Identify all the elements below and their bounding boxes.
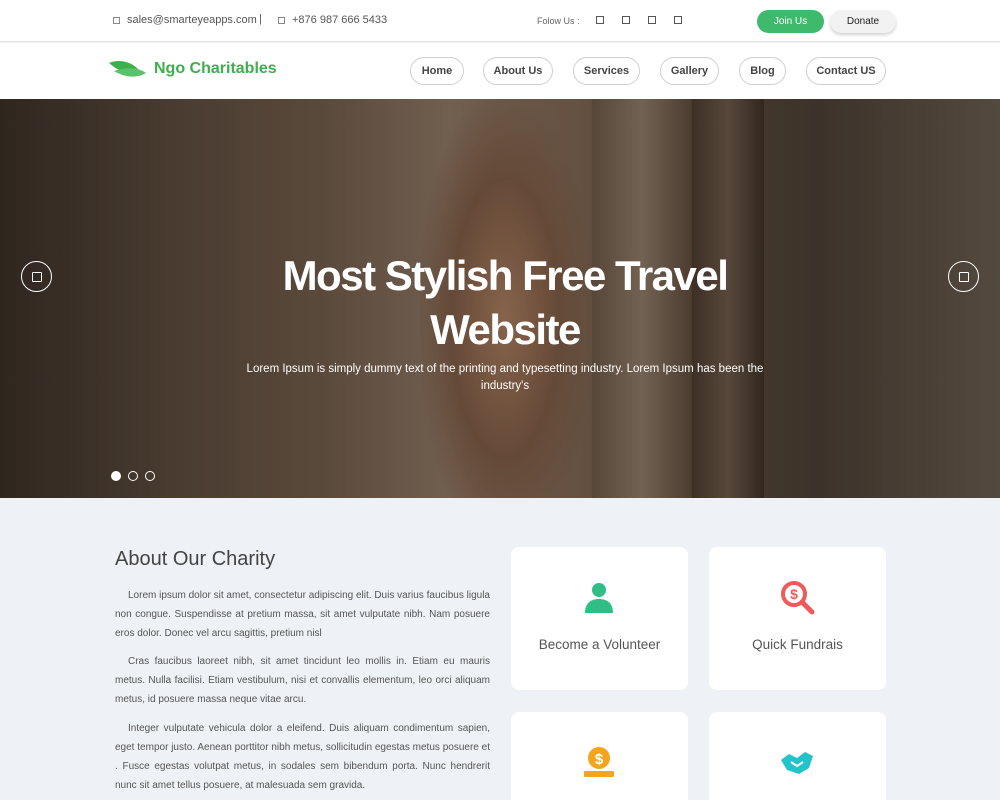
nav-home[interactable]: Home: [410, 57, 464, 85]
top-bar: sales@smarteyeapps.com | +876 987 666 54…: [0, 0, 1000, 42]
card-partnership[interactable]: [709, 712, 886, 800]
join-us-button[interactable]: Join Us: [757, 10, 824, 33]
prev-arrow-icon: [31, 271, 42, 282]
about-paragraph-1: Lorem ipsum dolor sit amet, consectetur …: [115, 590, 490, 639]
donate-button[interactable]: Donate: [830, 10, 896, 33]
next-arrow-icon: [958, 271, 969, 282]
nav-about-us[interactable]: About Us: [483, 57, 553, 85]
card-fundraise[interactable]: $ Quick Fundrais: [709, 547, 886, 690]
nav-services[interactable]: Services: [573, 57, 640, 85]
handshake-icon: [781, 752, 813, 774]
nav-blog[interactable]: Blog: [739, 57, 786, 85]
hero-title-line2: Website: [430, 306, 581, 353]
slide-dot-1[interactable]: [111, 471, 121, 481]
phone-contact[interactable]: +876 987 666 5433: [278, 14, 387, 26]
hero-subtitle: Lorem Ipsum is simply dummy text of the …: [246, 363, 764, 392]
site-logo[interactable]: Ngo Charitables: [108, 57, 277, 81]
email-text[interactable]: sales@smarteyeapps.com: [127, 14, 257, 26]
topbar-separator: |: [259, 13, 262, 25]
slide-dot-3[interactable]: [145, 471, 155, 481]
about-paragraph-2: Cras faucibus laoreet nibh, sit amet tin…: [115, 656, 490, 705]
card-fundraise-label: Quick Fundrais: [752, 637, 843, 652]
hero-slider: Most Stylish Free Travel Website Lorem I…: [0, 99, 1000, 498]
donation-coin-icon: $: [584, 747, 614, 777]
linkedin-icon[interactable]: [674, 16, 682, 24]
facebook-icon[interactable]: [596, 16, 604, 24]
phone-icon: [278, 16, 285, 24]
mail-icon: [113, 16, 120, 24]
nav-contact-us[interactable]: Contact US: [806, 57, 886, 85]
svg-text:$: $: [790, 586, 798, 602]
phone-text[interactable]: +876 987 666 5433: [292, 14, 387, 26]
svg-text:$: $: [595, 751, 604, 768]
next-slide-button[interactable]: [948, 261, 979, 292]
twitter-icon[interactable]: [622, 16, 630, 24]
slide-dot-2[interactable]: [128, 471, 138, 481]
about-title: About Our Charity: [115, 548, 276, 570]
about-paragraph-3: Integer vulputate vehicula dolor a eleif…: [115, 723, 490, 791]
card-volunteer[interactable]: Become a Volunteer: [511, 547, 688, 690]
instagram-icon[interactable]: [648, 16, 656, 24]
follow-label: Folow Us :: [537, 16, 580, 26]
brand-name: Ngo Charitables: [154, 60, 277, 77]
card-volunteer-label: Become a Volunteer: [538, 637, 661, 652]
volunteer-icon: [585, 583, 613, 613]
main-navbar: Ngo Charitables Home About Us Services G…: [0, 43, 1000, 99]
prev-slide-button[interactable]: [21, 261, 52, 292]
leaf-hand-icon: [109, 61, 146, 77]
hero-title-line1: Most Stylish Free Travel: [282, 252, 729, 299]
nav-gallery[interactable]: Gallery: [660, 57, 719, 85]
email-contact[interactable]: sales@smarteyeapps.com: [113, 14, 257, 26]
card-donation[interactable]: $: [511, 712, 688, 800]
hero-title: Most Stylish Free Travel Website: [250, 249, 760, 357]
fundraise-search-icon: $: [781, 581, 815, 615]
